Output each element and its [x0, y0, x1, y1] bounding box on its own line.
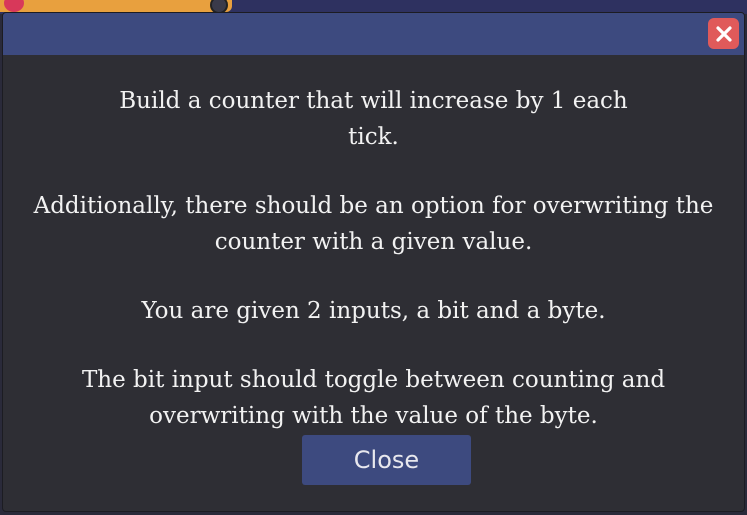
dialog-content: Build a counter that will increase by 1 …: [3, 55, 744, 434]
instruction-paragraph-1: Build a counter that will increase by 1 …: [119, 88, 628, 150]
close-x-icon: [715, 25, 732, 42]
dialog-titlebar: [3, 13, 744, 55]
background-component: [0, 0, 232, 12]
close-x-button[interactable]: [708, 18, 739, 49]
instruction-paragraph-3: You are given 2 inputs, a bit and a byte…: [141, 298, 606, 324]
instruction-paragraph-2: Additionally, there should be an option …: [33, 193, 714, 255]
close-button[interactable]: Close: [302, 435, 471, 485]
instruction-paragraph-4: The bit input should toggle between coun…: [81, 367, 666, 429]
instructions-dialog: Build a counter that will increase by 1 …: [2, 12, 745, 512]
